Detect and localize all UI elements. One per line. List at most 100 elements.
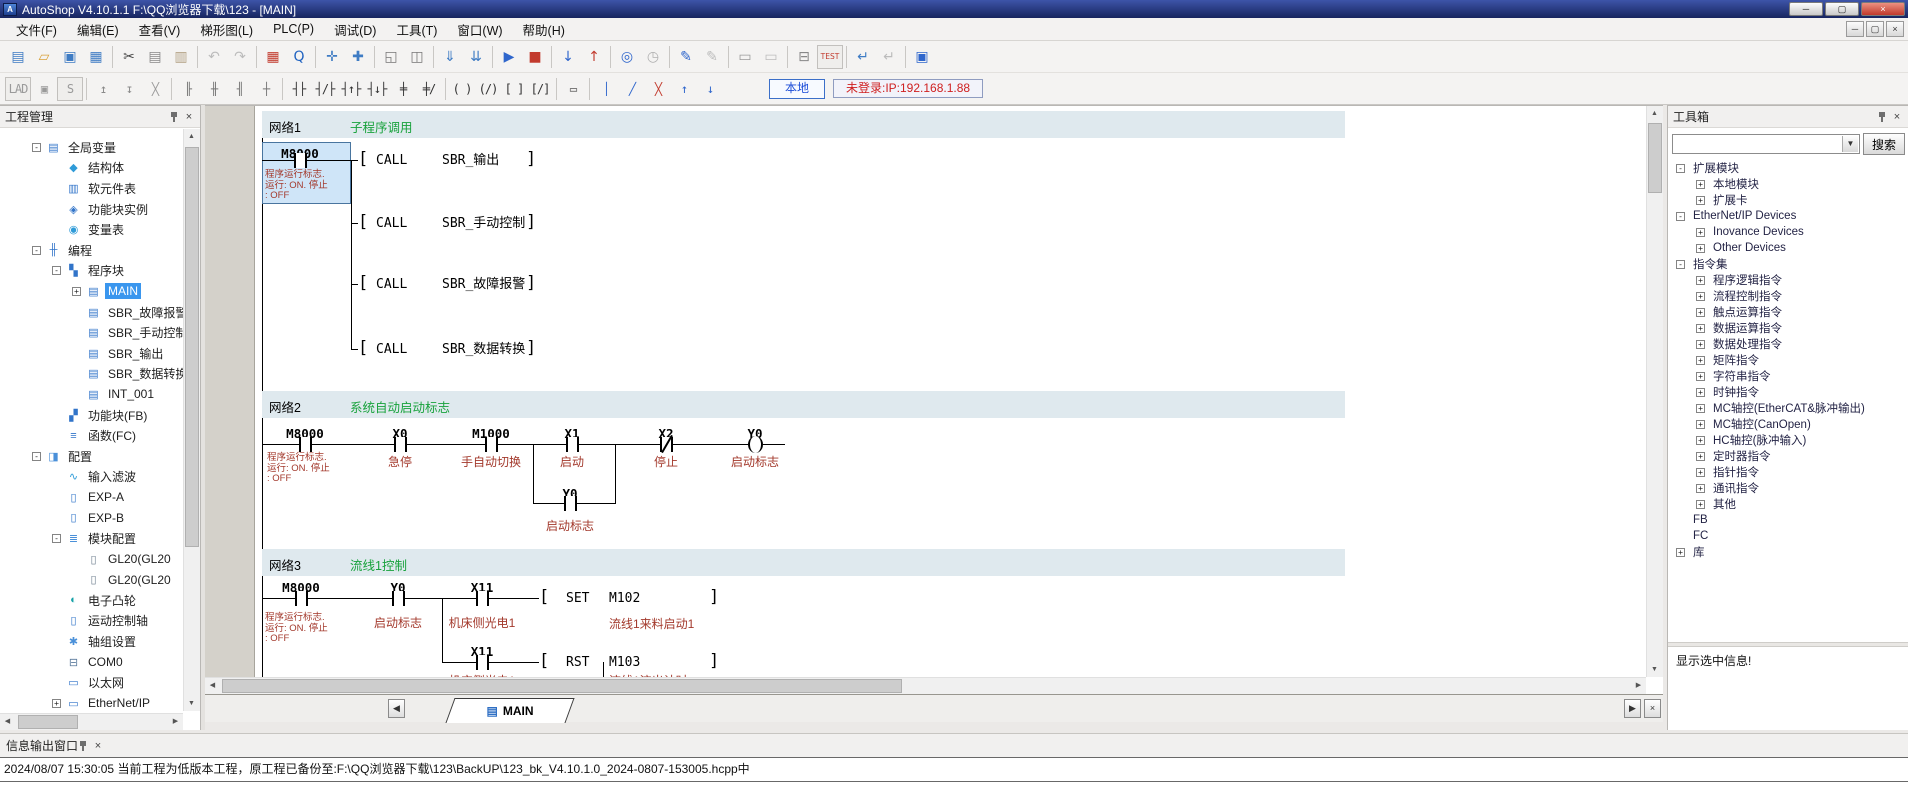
paste-button[interactable]: ▥ — [168, 45, 194, 69]
local-mode-button[interactable]: 本地 — [769, 79, 825, 99]
expander-icon[interactable]: + — [1696, 308, 1705, 317]
set-instruction[interactable]: SET — [566, 591, 589, 606]
undo-button[interactable]: ↶ — [201, 45, 227, 69]
expander-icon[interactable]: + — [1696, 228, 1705, 237]
network3-header[interactable]: 网络3 流线1控制 — [262, 549, 1345, 576]
test-button[interactable]: TEST — [817, 45, 843, 69]
expander-icon[interactable]: + — [1696, 276, 1705, 285]
copy-button[interactable]: ▤ — [142, 45, 168, 69]
mdi-minimize-button[interactable]: ─ — [1846, 21, 1864, 37]
tree-item-var-table[interactable]: ◉ 变量表 — [0, 219, 183, 240]
toolbox-item-expansion-modules[interactable]: - 扩展模块 — [1668, 160, 1908, 176]
tree-item-exp-a[interactable]: ▯ EXP-A — [0, 487, 183, 508]
tree-item-ecam[interactable]: ◐ 电子凸轮 — [0, 590, 183, 611]
download-program-button[interactable]: ⇓ — [437, 45, 463, 69]
close-icon[interactable]: × — [1891, 111, 1903, 123]
toolbox-search-combobox[interactable]: ▼ — [1672, 134, 1860, 154]
move-down-button[interactable]: ↓ — [697, 77, 723, 101]
delete-line-button[interactable]: ╳ — [645, 77, 671, 101]
no-contact-m8000[interactable] — [295, 591, 308, 606]
expander-icon[interactable]: + — [1696, 340, 1705, 349]
tab-close-button[interactable]: × — [1644, 699, 1661, 718]
pin-icon[interactable] — [1877, 110, 1888, 123]
menu-file[interactable]: 文件(F) — [6, 17, 67, 42]
toolbox-item-others[interactable]: + 其他 — [1668, 496, 1908, 512]
window-tile-button[interactable]: ◫ — [404, 45, 430, 69]
expander-icon[interactable]: + — [1696, 196, 1705, 205]
menu-edit[interactable]: 编辑(E) — [67, 17, 129, 42]
call-operand[interactable]: SBR_输出 — [442, 153, 499, 168]
jump-out-button[interactable]: ↵ — [876, 45, 902, 69]
toolbox-item-communication[interactable]: + 通讯指令 — [1668, 480, 1908, 496]
rst-instruction[interactable]: RST — [566, 655, 589, 670]
tree-item-input-filter[interactable]: ∿ 输入滤波 — [0, 467, 183, 488]
parallel-no-contact-button[interactable]: ╪ — [390, 77, 416, 101]
download-all-button[interactable]: ⇊ — [463, 45, 489, 69]
expander-icon[interactable]: - — [52, 266, 61, 275]
tree-item-program-blocks[interactable]: - ▚ 程序块 — [0, 261, 183, 282]
call-operand[interactable]: SBR_手动控制 — [442, 216, 525, 231]
draw-sline-button[interactable]: ╱ — [619, 77, 645, 101]
expander-icon[interactable]: + — [52, 699, 61, 708]
expander-icon[interactable]: - — [52, 534, 61, 543]
no-contact-x11[interactable] — [476, 655, 489, 670]
toolbox-item-fc[interactable]: FC — [1668, 528, 1908, 544]
menu-help[interactable]: 帮助(H) — [513, 17, 575, 42]
toolbox-item-mc-axis-ethercat[interactable]: + MC轴控(EtherCAT&脉冲输出) — [1668, 400, 1908, 416]
draw-vline-button[interactable]: │ — [593, 77, 619, 101]
toolbox-item-library[interactable]: + 库 — [1668, 544, 1908, 560]
tab-scroll-left-button[interactable]: ◀ — [388, 699, 405, 718]
redo-button[interactable]: ↷ — [227, 45, 253, 69]
call-instruction[interactable]: CALL — [376, 342, 407, 357]
set-operand[interactable]: M102 — [609, 591, 640, 606]
toolbox-item-local-modules[interactable]: + 本地模块 — [1668, 176, 1908, 192]
wire-branch-right-button[interactable]: ╢ — [227, 77, 253, 101]
open-project-button[interactable]: ▱ — [31, 45, 57, 69]
block-mode-button[interactable]: ▣ — [31, 77, 57, 101]
move-up-button[interactable]: ↑ — [671, 77, 697, 101]
network1-header[interactable]: 网络1 子程序调用 — [262, 111, 1345, 138]
nc-contact-x2[interactable] — [660, 437, 673, 452]
project-tree-vscrollbar[interactable]: ▲ ▼ — [183, 129, 200, 711]
expander-icon[interactable]: - — [32, 246, 41, 255]
insert-row-below-button[interactable]: ↧ — [116, 77, 142, 101]
new-project-button[interactable]: ▤ — [5, 45, 31, 69]
expander-icon[interactable]: + — [1696, 452, 1705, 461]
close-icon[interactable]: × — [92, 740, 104, 752]
expander-icon[interactable]: + — [1696, 436, 1705, 445]
toolbox-item-fb[interactable]: FB — [1668, 512, 1908, 528]
jump-in-button[interactable]: ↵ — [850, 45, 876, 69]
tree-item-main[interactable]: + ▤ MAIN — [0, 281, 183, 302]
run-button[interactable]: ▶ — [496, 45, 522, 69]
expander-icon[interactable]: + — [1696, 500, 1705, 509]
wire-branch-left-button[interactable]: ╟ — [175, 77, 201, 101]
toolbox-item-other-devices[interactable]: + Other Devices — [1668, 240, 1908, 256]
mdi-restore-button[interactable]: ▢ — [1866, 21, 1884, 37]
stop-button[interactable]: ■ — [522, 45, 548, 69]
coil-button[interactable]: ( ) — [449, 77, 475, 101]
convert-button[interactable]: ✛ — [319, 45, 345, 69]
tree-item-com0[interactable]: ⊟ COM0 — [0, 652, 183, 673]
tree-item-fb-instance[interactable]: ◈ 功能块实例 — [0, 199, 183, 220]
tab-main[interactable]: ▤ MAIN — [450, 698, 570, 723]
read-mode-button[interactable]: ✎ — [699, 45, 725, 69]
expander-icon[interactable]: - — [32, 143, 41, 152]
tree-item-programming[interactable]: - ╫ 编程 — [0, 240, 183, 261]
expander-icon[interactable]: + — [1696, 356, 1705, 365]
tree-item-gl20-2[interactable]: ▯ GL20(GL20 — [0, 569, 183, 590]
toolbox-item-expansion-card[interactable]: + 扩展卡 — [1668, 192, 1908, 208]
ladder-canvas[interactable]: 网络1 子程序调用 M8000 程序运行标志. 运行: ON. 停止 : OFF… — [205, 106, 1646, 677]
window-cascade-button[interactable]: ◱ — [378, 45, 404, 69]
toolbox-item-matrix[interactable]: + 矩阵指令 — [1668, 352, 1908, 368]
tree-item-fb[interactable]: ▞ 功能块(FB) — [0, 405, 183, 426]
tree-item-exp-b[interactable]: ▯ EXP-B — [0, 508, 183, 529]
search-button[interactable]: 搜索 — [1863, 133, 1905, 155]
toolbox-item-data-ops[interactable]: + 数据运算指令 — [1668, 320, 1908, 336]
expander-icon[interactable]: + — [1696, 372, 1705, 381]
toolbox-item-flow-control[interactable]: + 流程控制指令 — [1668, 288, 1908, 304]
toolbox-item-string[interactable]: + 字符串指令 — [1668, 368, 1908, 384]
toolbox-item-inovance-devices[interactable]: + Inovance Devices — [1668, 224, 1908, 240]
menu-plc[interactable]: PLC(P) — [263, 19, 324, 39]
falling-contact-button[interactable]: ┤↓├ — [364, 77, 390, 101]
nc-contact-button[interactable]: ┤/├ — [312, 77, 338, 101]
